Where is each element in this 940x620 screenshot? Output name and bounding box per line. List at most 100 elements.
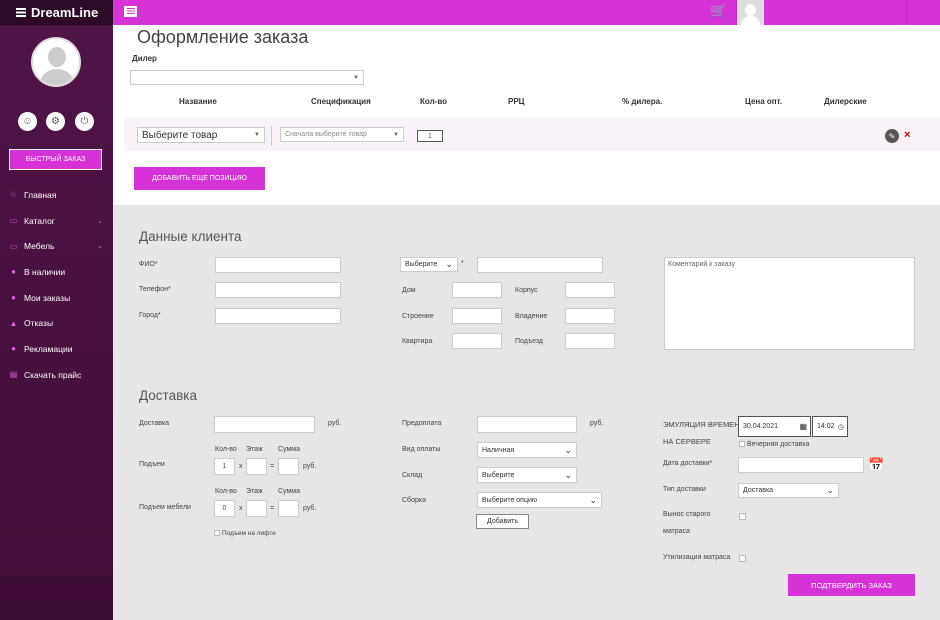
lift-floor-input[interactable]	[246, 458, 267, 475]
calendar-icon: ▦	[799, 422, 807, 431]
sidebar-item-5[interactable]: ▲ Отказы	[0, 310, 113, 336]
warning-icon: ▲	[9, 318, 18, 328]
topbar: 🛒	[113, 0, 940, 25]
furniture-sum-input[interactable]	[278, 500, 299, 517]
delivery-section-title: Доставка	[139, 388, 197, 403]
col-name: Название	[179, 97, 217, 106]
sidebar-item-label: Мебель	[24, 241, 55, 252]
chevron-down-icon: ⌄	[97, 243, 103, 251]
kvartira-input[interactable]	[452, 333, 502, 349]
power-icon[interactable]: ⏻	[75, 112, 94, 131]
sidebar-item-1[interactable]: ▭ Каталог ⌄	[0, 208, 113, 234]
emulation-date-input[interactable]: 30.04.2021 ▦	[738, 416, 811, 437]
delivery-type-select[interactable]: Доставка ⌄	[738, 483, 839, 498]
old-mattress-label-2: матраса	[663, 528, 690, 535]
sidebar-item-label: Каталог	[24, 215, 55, 226]
quick-order-button[interactable]: БЫСТРЫЙ ЗАКАЗ	[9, 149, 102, 170]
delivery-type-label: Тип доставки	[663, 486, 706, 493]
folder-icon: ▭	[9, 216, 18, 226]
edit-icon[interactable]: ✎	[885, 129, 899, 143]
chevron-down-icon: ⌄	[564, 444, 572, 455]
old-mattress-checkbox[interactable]	[739, 513, 746, 520]
floor-header: Этаж	[246, 446, 263, 453]
emulation-date-value: 30.04.2021	[743, 423, 779, 430]
comment-textarea[interactable]: Коментарий к заказу	[664, 257, 915, 350]
top-avatar[interactable]	[737, 0, 764, 25]
warehouse-select[interactable]: Выберите ⌄	[477, 467, 577, 483]
utilization-checkbox[interactable]	[739, 555, 746, 562]
elevator-checkbox[interactable]	[214, 530, 220, 536]
divider	[906, 0, 907, 25]
vladenie-input[interactable]	[565, 308, 615, 324]
lift-sum-input[interactable]	[278, 458, 299, 475]
product-select[interactable]: Выберите товар ▼	[137, 127, 265, 143]
house-input[interactable]	[452, 282, 502, 298]
spec-select[interactable]: Сначала выберите товар ▼	[280, 127, 404, 142]
sidebar-item-0[interactable]: ☆ Главная	[0, 182, 113, 208]
confirm-order-button[interactable]: ПОДТВЕРДИТЬ ЗАКАЗ	[788, 574, 915, 596]
sidebar-item-3[interactable]: ● В наличии	[0, 259, 113, 285]
dealer-label: Дилер	[132, 54, 157, 63]
evening-checkbox[interactable]	[739, 441, 745, 447]
lift-qty-input[interactable]: 1	[214, 458, 235, 475]
old-mattress-label-1: Вынос старого	[663, 511, 711, 518]
sidebar-item-label: Главная	[24, 189, 57, 200]
pay-type-select[interactable]: Наличная ⌄	[477, 442, 577, 458]
settings-icon[interactable]: ⚙	[46, 112, 65, 131]
phone-label: Телефон*	[139, 286, 171, 293]
fio-input[interactable]	[215, 257, 341, 273]
sidebar-item-4[interactable]: ● Мои заказы	[0, 285, 113, 311]
prepay-input[interactable]	[477, 416, 577, 433]
logo[interactable]: DreamLine	[0, 0, 113, 25]
delete-icon[interactable]: ×	[904, 129, 910, 141]
assembly-select[interactable]: Выберите опцию ⌄	[477, 492, 602, 508]
pay-type-value: Наличная	[482, 446, 515, 454]
phone-input[interactable]	[215, 282, 341, 298]
stroenie-input[interactable]	[452, 308, 502, 324]
furniture-lift-label: Подъем мебели	[139, 504, 191, 511]
divider	[271, 126, 272, 146]
korpus-label: Корпус	[515, 287, 538, 294]
furniture-floor-input[interactable]	[246, 500, 267, 517]
emulation-label: ЭМУЛЯЦИЯ ВРЕМЕНИ	[663, 420, 745, 429]
equals-sign: =	[270, 505, 275, 512]
col-wholesale: Цена опт.	[745, 97, 783, 106]
sidebar-item-2[interactable]: ▭ Мебель ⌄	[0, 233, 113, 259]
assembly-value: Выберите опцию	[482, 496, 538, 504]
add-position-button[interactable]: ДОБАВИТЬ ЕЩЕ ПОЗИЦИЮ	[134, 167, 265, 190]
furniture-qty-input[interactable]: 0	[214, 500, 235, 517]
qty-header: Кол-во	[215, 446, 237, 453]
warehouse-value: Выберите	[482, 471, 515, 479]
dealer-select[interactable]: ▼	[130, 70, 364, 85]
korpus-input[interactable]	[565, 282, 615, 298]
street-input[interactable]	[477, 257, 603, 273]
cart-icon[interactable]: 🛒	[710, 3, 726, 19]
delivery-date-input[interactable]	[738, 457, 864, 473]
calendar-icon[interactable]: 📅	[868, 457, 884, 473]
delivery-input[interactable]	[214, 416, 315, 433]
multiply-sign: x	[239, 463, 243, 470]
col-dealer-price: Дилерские	[824, 97, 867, 106]
client-section-title: Данные клиента	[139, 229, 242, 244]
delivery-date-label: Дата доставки*	[663, 460, 713, 467]
sidebar: DreamLine ☺ ⚙ ⏻ БЫСТРЫЙ ЗАКАЗ ☆ Главная ▭ К…	[0, 0, 113, 620]
street-type-select[interactable]: Выберите ⌄	[400, 257, 458, 272]
rub-label: руб.	[590, 420, 604, 427]
chevron-down-icon: ⌄	[97, 217, 103, 225]
equals-sign: =	[270, 463, 275, 470]
sidebar-item-label: Скачать прайс	[24, 369, 82, 380]
order-panel-gutter	[113, 25, 124, 205]
sidebar-item-7[interactable]: ▤ Скачать прайс	[0, 362, 113, 388]
on-server-label: НА СЕРВЕРЕ	[663, 437, 711, 446]
document-icon: ▤	[9, 370, 18, 380]
emulation-time-input[interactable]: 14:02 ◷	[812, 416, 848, 437]
floor-header: Этаж	[246, 488, 263, 495]
multiply-sign: x	[239, 505, 243, 512]
qty-input[interactable]: 1	[417, 130, 443, 142]
menu-toggle-icon[interactable]	[124, 6, 137, 17]
city-input[interactable]	[215, 308, 341, 324]
sidebar-item-6[interactable]: ● Рекламации	[0, 336, 113, 362]
profile-icon[interactable]: ☺	[18, 112, 37, 131]
add-assembly-button[interactable]: Добавить	[476, 514, 529, 529]
podezd-input[interactable]	[565, 333, 615, 349]
